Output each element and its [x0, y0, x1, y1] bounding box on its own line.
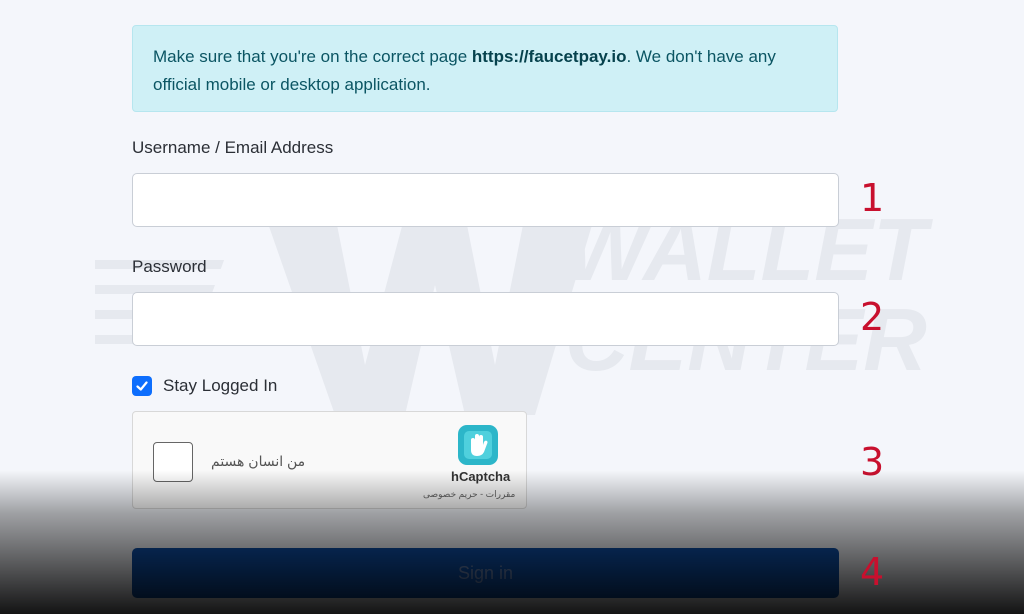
hcaptcha-logo-icon — [458, 425, 498, 465]
alert-text-before: Make sure that you're on the correct pag… — [153, 47, 472, 66]
step-marker-4: 4 — [860, 550, 885, 594]
alert-url: https://faucetpay.io — [471, 47, 627, 66]
password-label: Password — [132, 257, 207, 276]
captcha-label: من انسان هستم — [211, 453, 306, 469]
checkmark-icon — [136, 381, 148, 391]
step-marker-1: 1 — [860, 176, 885, 220]
stay-logged-in-checkbox[interactable] — [132, 376, 152, 396]
stay-logged-in-label[interactable]: Stay Logged In — [163, 376, 277, 396]
username-input[interactable] — [132, 173, 839, 227]
sign-in-button[interactable]: Sign in — [132, 548, 839, 598]
step-marker-2: 2 — [860, 295, 885, 339]
captcha-checkbox[interactable] — [153, 442, 193, 482]
hcaptcha-links[interactable]: مقررات - حریم خصوصی — [423, 489, 515, 500]
security-alert: Make sure that you're on the correct pag… — [132, 25, 838, 112]
hcaptcha-brand: hCaptcha — [451, 469, 511, 484]
username-label: Username / Email Address — [132, 138, 334, 157]
step-marker-3: 3 — [860, 440, 885, 484]
hcaptcha-widget: من انسان هستم hCaptcha مقررات - حریم خصو… — [132, 411, 527, 509]
password-input[interactable] — [132, 292, 839, 346]
